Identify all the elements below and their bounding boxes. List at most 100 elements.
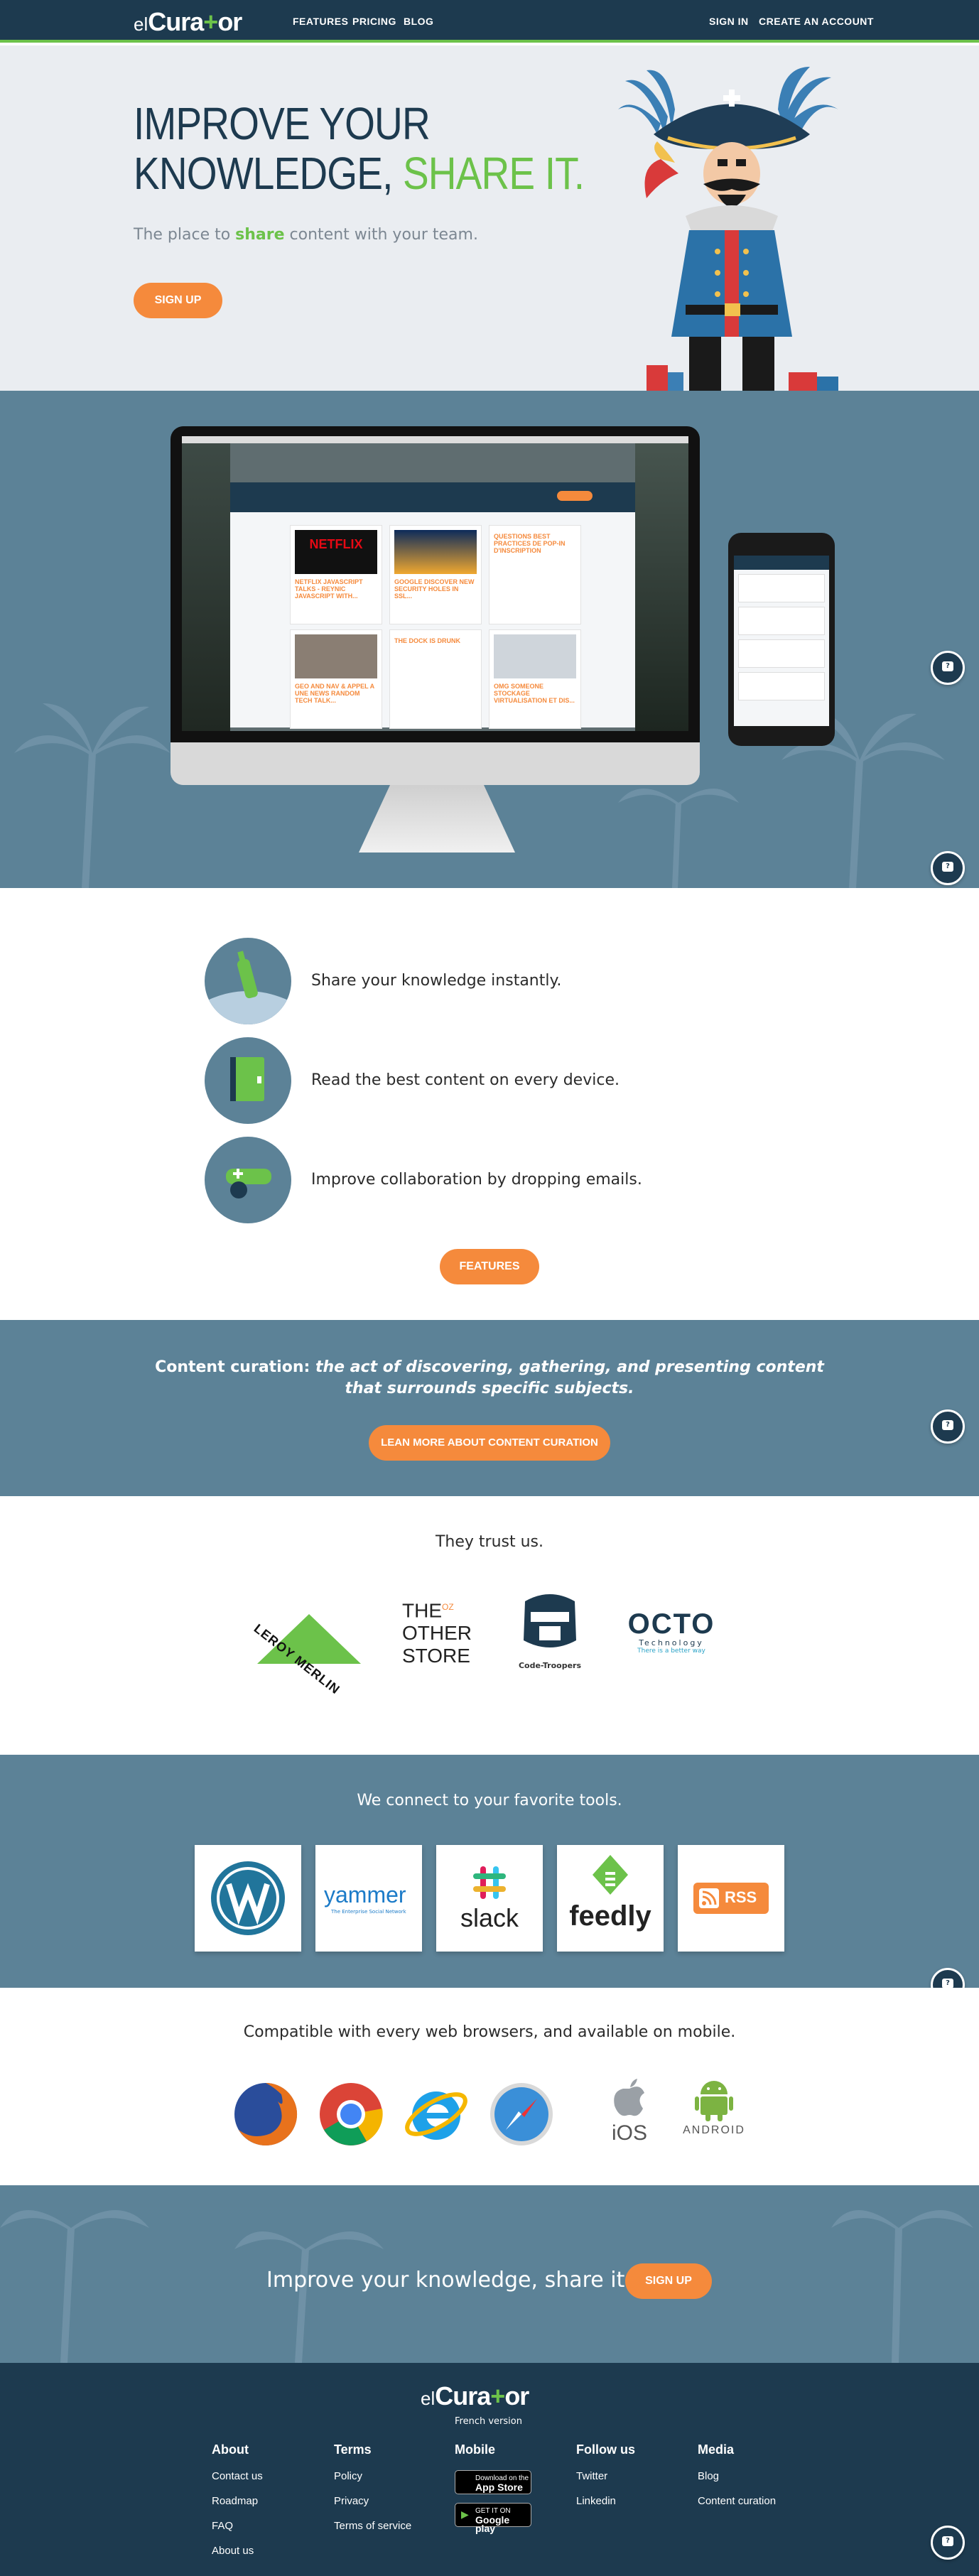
curation-definition-2: that surrounds specific subjects. bbox=[345, 1380, 634, 1397]
feature-item: Share your knowledge instantly. bbox=[205, 938, 702, 1024]
tagline-part-a: The place to bbox=[134, 226, 236, 244]
footer-about-title: About bbox=[212, 2442, 249, 2457]
os-menubar bbox=[182, 436, 688, 443]
content-card: THE DOCK IS DRUNK bbox=[389, 629, 482, 729]
hero-title-highlight: SHARE IT. bbox=[402, 148, 585, 199]
footer-contact-link[interactable]: Contact us bbox=[212, 2470, 263, 2495]
rss-tile[interactable]: RSS bbox=[678, 1845, 784, 1952]
monitor-chin bbox=[171, 742, 700, 785]
ios-text: iOS bbox=[611, 2121, 647, 2145]
app-store-badge[interactable]: Download on the App Store bbox=[455, 2470, 531, 2494]
google-play-badge[interactable]: ▶ GET IT ON Google play bbox=[455, 2503, 531, 2533]
octo-tagline: There is a better way bbox=[637, 1647, 705, 1655]
help-chat-button[interactable] bbox=[931, 851, 965, 885]
curation-definition-1: the act of discovering, gathering, and p… bbox=[315, 1358, 824, 1376]
footer-content-curation-link[interactable]: Content curation bbox=[698, 2495, 776, 2520]
slack-tile[interactable]: slack bbox=[436, 1845, 543, 1952]
content-card: QUESTIONS BEST PRACTICES DE POP-IN D'INS… bbox=[489, 525, 581, 624]
hero-tagline: The place to share content with your tea… bbox=[134, 226, 478, 244]
logo-prefix: el bbox=[134, 13, 148, 35]
logo-plus-icon: + bbox=[203, 7, 218, 36]
footer-follow-title: Follow us bbox=[576, 2442, 635, 2457]
cannon-icon bbox=[205, 1137, 291, 1223]
other-store-the: THE bbox=[402, 1599, 442, 1622]
cta-text: Improve your knowledge, share it. bbox=[266, 2268, 632, 2293]
content-card: GOOGLE DISCOVER NEW SECURITY HOLES IN SS… bbox=[389, 525, 482, 624]
footer-terms-title: Terms bbox=[334, 2442, 372, 2457]
footer-about-link[interactable]: About us bbox=[212, 2545, 263, 2570]
other-store-oz: OZ bbox=[442, 1602, 454, 1612]
footer-linkedin-link[interactable]: Linkedin bbox=[576, 2495, 635, 2520]
yammer-subtext: The Enterprise Social Network bbox=[331, 1909, 406, 1915]
internet-explorer-icon bbox=[405, 2091, 467, 2140]
wordpress-icon bbox=[211, 1861, 285, 1935]
learn-more-curation-button[interactable]: LEAN MORE ABOUT CONTENT CURATION bbox=[369, 1425, 610, 1461]
feedly-tile[interactable]: feedly bbox=[557, 1845, 664, 1952]
footer-twitter-link[interactable]: Twitter bbox=[576, 2470, 635, 2495]
curation-lead: Content curation: bbox=[155, 1358, 315, 1376]
footer-follow-column: Follow us Twitter Linkedin bbox=[576, 2442, 635, 2520]
content-card: NETFLIX NETFLIX JAVASCRIPT TALKS - REYNI… bbox=[290, 525, 382, 624]
footer-logo-prefix: el bbox=[421, 2388, 436, 2409]
footer: elCura+or French version About Contact u… bbox=[0, 2363, 979, 2576]
android-text: ANDROID bbox=[683, 2124, 745, 2136]
feature-text: Read the best content on every device. bbox=[311, 1071, 620, 1089]
cta-signup-button[interactable]: SIGN UP bbox=[625, 2263, 712, 2299]
help-chat-button[interactable] bbox=[931, 2526, 965, 2560]
nav-create-account-link[interactable]: CREATE AN ACCOUNT bbox=[759, 16, 874, 27]
monitor-screen: NETFLIX NETFLIX JAVASCRIPT TALKS - REYNI… bbox=[182, 436, 688, 731]
chrome-icon bbox=[320, 2083, 383, 2145]
footer-logo[interactable]: elCura+or bbox=[421, 2381, 529, 2411]
features-button[interactable]: FEATURES bbox=[440, 1249, 539, 1284]
footer-logo-plus-icon: + bbox=[490, 2381, 505, 2410]
android-icon bbox=[695, 2081, 733, 2121]
curation-definition: Content curation: the act of discovering… bbox=[0, 1357, 979, 1400]
code-troopers-text: Code-Troopers bbox=[518, 1661, 582, 1670]
footer-language-label: French version bbox=[455, 2416, 522, 2427]
nav-pricing-link[interactable]: PRICING bbox=[352, 16, 396, 27]
footer-logo-text-b: or bbox=[504, 2381, 529, 2410]
brand-logo[interactable]: elCura+or bbox=[134, 7, 242, 37]
feature-item: Read the best content on every device. bbox=[205, 1037, 702, 1124]
footer-mobile-column: Mobile Download on the App Store ▶ GET I… bbox=[455, 2442, 531, 2536]
help-chat-button[interactable] bbox=[931, 651, 965, 685]
nav-features-link[interactable]: FEATURES bbox=[293, 16, 348, 27]
octo-subtext: Technology bbox=[639, 1638, 704, 1647]
footer-policy-link[interactable]: Policy bbox=[334, 2470, 411, 2495]
nav-signin-link[interactable]: SIGN IN bbox=[709, 16, 749, 27]
footer-tos-link[interactable]: Terms of service bbox=[334, 2520, 411, 2545]
card-title: OMG SOMEONE STOCKAGE VIRTUALISATION ET D… bbox=[494, 683, 575, 704]
card-title: QUESTIONS BEST PRACTICES DE POP-IN D'INS… bbox=[494, 533, 566, 554]
nav-blog-link[interactable]: BLOG bbox=[404, 16, 433, 27]
help-chat-button[interactable] bbox=[931, 1409, 965, 1444]
tagline-part-b: content with your team. bbox=[284, 226, 478, 244]
desktop-monitor: NETFLIX NETFLIX JAVASCRIPT TALKS - REYNI… bbox=[171, 426, 700, 781]
wordpress-tile[interactable] bbox=[195, 1845, 301, 1952]
hero-title-line2a: KNOWLEDGE, bbox=[134, 148, 403, 199]
card-title: GOOGLE DISCOVER NEW SECURITY HOLES IN SS… bbox=[394, 578, 475, 600]
logo-text-b: or bbox=[217, 7, 242, 36]
mobile-phone bbox=[728, 533, 835, 746]
rss-text: RSS bbox=[725, 1888, 757, 1906]
other-store-store: STORE bbox=[402, 1645, 470, 1667]
footer-privacy-link[interactable]: Privacy bbox=[334, 2495, 411, 2520]
footer-roadmap-link[interactable]: Roadmap bbox=[212, 2495, 263, 2520]
footer-faq-link[interactable]: FAQ bbox=[212, 2520, 263, 2545]
yammer-tile[interactable]: yammer The Enterprise Social Network bbox=[315, 1845, 422, 1952]
phone-screen bbox=[734, 556, 829, 726]
slack-text: slack bbox=[460, 1903, 519, 1932]
content-card: OMG SOMEONE STOCKAGE VIRTUALISATION ET D… bbox=[489, 629, 581, 729]
bottle-icon bbox=[205, 938, 291, 1024]
footer-mobile-title: Mobile bbox=[455, 2442, 495, 2457]
card-title: THE DOCK IS DRUNK bbox=[394, 637, 461, 644]
feature-item: Improve collaboration by dropping emails… bbox=[205, 1137, 702, 1223]
feature-text: Improve collaboration by dropping emails… bbox=[311, 1171, 642, 1189]
cta-section: Improve your knowledge, share it. SIGN U… bbox=[0, 2185, 979, 2363]
hero-signup-button[interactable]: SIGN UP bbox=[134, 283, 222, 318]
feedly-text: feedly bbox=[569, 1900, 651, 1932]
card-title: NETFLIX JAVASCRIPT TALKS - REYNIC JAVASC… bbox=[295, 578, 363, 600]
footer-blog-link[interactable]: Blog bbox=[698, 2470, 776, 2495]
leroy-merlin-logo: LEROY MERLIN bbox=[251, 1600, 361, 1697]
google-play-big-text: Google play bbox=[475, 2514, 510, 2534]
top-navbar: elCura+or FEATURES PRICING BLOG SIGN IN … bbox=[0, 0, 979, 43]
